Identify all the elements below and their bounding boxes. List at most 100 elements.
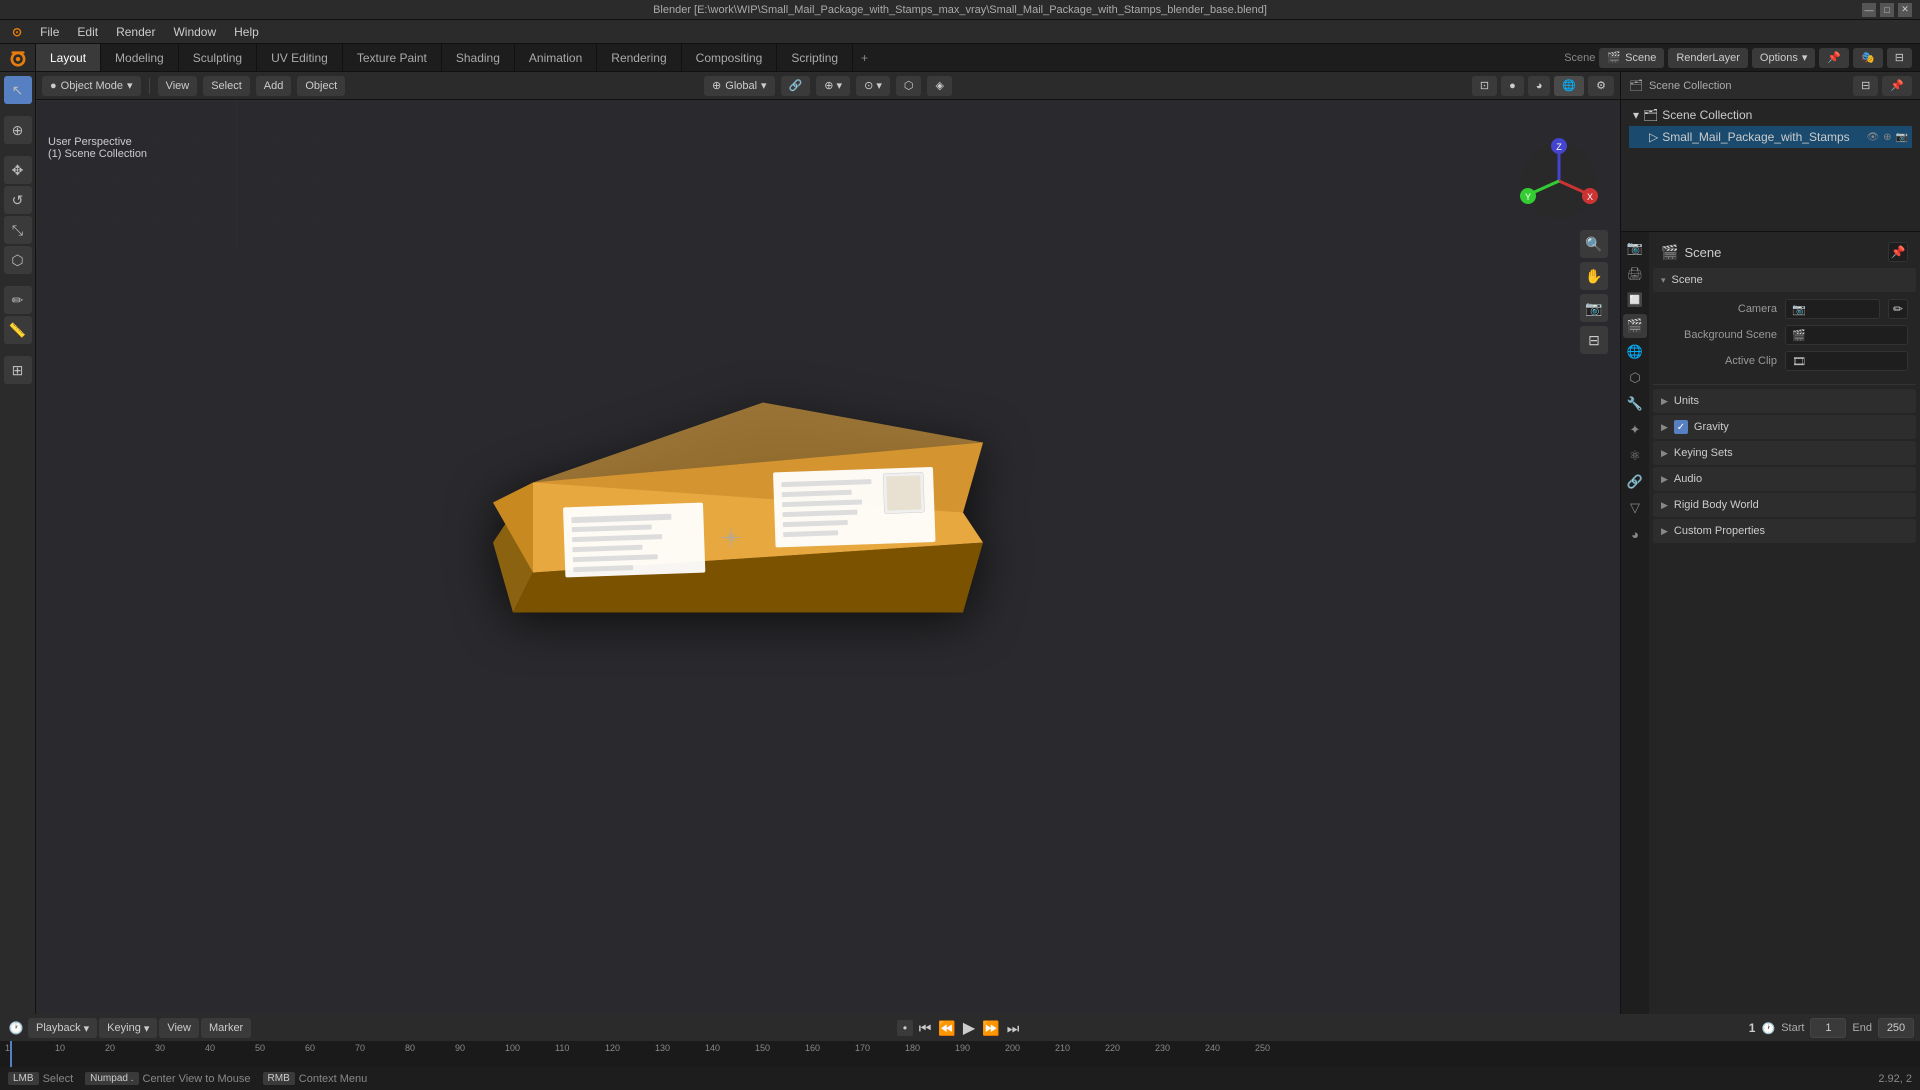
tab-compositing[interactable]: Compositing [682,44,778,71]
close-button[interactable]: ✕ [1898,3,1912,17]
camera-value[interactable]: 📷 [1785,299,1880,319]
render-layer-selector[interactable]: RenderLayer [1668,48,1748,68]
jump-to-end-button[interactable]: ⏭ [1003,1018,1023,1038]
snap-button[interactable]: 🔗 [781,76,811,96]
output-props-icon[interactable]: 🖨 [1623,262,1647,286]
jump-forward-button[interactable]: ⏩ [981,1018,1001,1038]
object-props-icon[interactable]: ⬡ [1623,366,1647,390]
jump-to-start-button[interactable]: ⏮ [915,1018,935,1038]
outliner-pin[interactable]: 📌 [1882,76,1912,96]
menu-blender[interactable]: ⊙ [4,23,30,41]
viewport-shading-global[interactable]: ⊕ Global ▾ [704,76,775,96]
tab-texture-paint[interactable]: Texture Paint [343,44,442,71]
annotate-tool-button[interactable]: ✏ [4,286,32,314]
menu-window[interactable]: Window [165,23,224,41]
menu-render[interactable]: Render [108,23,163,41]
modifier-props-icon[interactable]: 🔧 [1623,392,1647,416]
view-btn[interactable]: View [159,1018,199,1038]
menu-help[interactable]: Help [226,23,267,41]
camera-edit-icon[interactable]: ✏ [1888,299,1908,319]
marker-btn[interactable]: Marker [201,1018,251,1038]
add-tool-button[interactable]: ⊞ [4,356,32,384]
shading-solid[interactable]: ● [1501,76,1524,96]
move-tool-button[interactable]: ✥ [4,156,32,184]
render-props-icon[interactable]: 📷 [1623,236,1647,260]
rigid-body-section-header[interactable]: ▶ Rigid Body World [1653,493,1916,517]
gravity-checkbox[interactable]: ✓ [1674,420,1688,434]
add-workspace-button[interactable]: + [853,44,876,71]
object-menu-button[interactable]: Object [297,76,345,96]
start-frame-input[interactable] [1810,1018,1846,1038]
tab-sculpting[interactable]: Sculpting [179,44,257,71]
play-button[interactable]: ▶ [959,1018,979,1038]
scale-tool-button[interactable]: ⤡ [4,216,32,244]
shading-rendered[interactable]: 🌐 [1554,76,1584,96]
tab-uv-editing[interactable]: UV Editing [257,44,343,71]
tab-layout[interactable]: Layout [36,44,101,71]
custom-props-section-header[interactable]: ▶ Custom Properties [1653,519,1916,543]
particles-props-icon[interactable]: ✦ [1623,418,1647,442]
view-menu-button[interactable]: View [158,76,198,96]
viewport-gizmo[interactable]: Z X Y [1514,136,1604,226]
scene-selector[interactable]: 🎬 Scene [1599,48,1664,68]
maximize-button[interactable]: □ [1880,3,1894,17]
tab-animation[interactable]: Animation [515,44,597,71]
shading-material[interactable]: ◕ [1528,76,1551,96]
material-props-icon[interactable]: ◕ [1623,522,1647,546]
tab-shading[interactable]: Shading [442,44,515,71]
keying-btn[interactable]: Keying ▾ [99,1018,157,1038]
select-tool-button[interactable]: ↖ [4,76,32,104]
props-pin-button[interactable]: 📌 [1888,242,1908,262]
units-section-header[interactable]: ▶ Units [1653,389,1916,413]
shading-options[interactable]: ⚙ [1588,76,1614,96]
shading-wireframe[interactable]: ⊡ [1472,76,1497,96]
timeline-ruler[interactable]: 1 10 20 30 40 50 60 70 80 90 100 110 120… [0,1041,1920,1067]
tab-modeling[interactable]: Modeling [101,44,179,71]
frame-dot-button[interactable]: • [897,1020,913,1036]
proportional-edit[interactable]: ⊙ ▾ [856,76,890,96]
outliner-object-item[interactable]: ▷ Small_Mail_Package_with_Stamps 👁 ⊕ 📷 [1629,126,1912,148]
outliner-filter[interactable]: ⊟ [1853,76,1878,96]
transform-tool-button[interactable]: ⬡ [4,246,32,274]
constraints-props-icon[interactable]: 🔗 [1623,470,1647,494]
viewport-mode-selector[interactable]: ● Object Mode ▾ [42,76,141,96]
filter-btn[interactable]: ⊟ [1887,48,1912,68]
end-frame-input[interactable] [1878,1018,1914,1038]
snap-options[interactable]: ⊕ ▾ [816,76,850,96]
viewport[interactable]: ● Object Mode ▾ View Select Add Object ⊕… [36,72,1620,1014]
scene-section-header[interactable]: ▾ Scene [1653,268,1916,292]
camera-view-button[interactable]: 📷 [1580,294,1608,322]
rotate-tool-button[interactable]: ↺ [4,186,32,214]
world-props-icon[interactable]: 🌐 [1623,340,1647,364]
overlay-toggle[interactable]: ⬡ [896,76,922,96]
zoom-in-button[interactable]: 🔍 [1580,230,1608,258]
orthographic-view-button[interactable]: ⊟ [1580,326,1608,354]
grab-tool-right[interactable]: ✋ [1580,262,1608,290]
keying-sets-section-header[interactable]: ▶ Keying Sets [1653,441,1916,465]
playback-btn[interactable]: Playback ▾ [28,1018,97,1038]
tab-scripting[interactable]: Scripting [777,44,853,71]
minimize-button[interactable]: — [1862,3,1876,17]
active-clip-value[interactable]: 🎞 [1785,351,1908,371]
scene-props-icon[interactable]: 🎬 [1623,314,1647,338]
data-props-icon[interactable]: ▽ [1623,496,1647,520]
outliner-scene-collection[interactable]: ▾ 🗂 Scene Collection [1629,104,1912,126]
options-button[interactable]: Options ▾ [1752,48,1815,68]
gravity-section-header[interactable]: ▶ ✓ Gravity [1653,415,1916,439]
pin-button[interactable]: 📌 [1819,48,1849,68]
measure-tool-button[interactable]: 📏 [4,316,32,344]
menu-file[interactable]: File [32,23,67,41]
render-icon-btn[interactable]: 🎭 [1853,48,1883,68]
audio-section-header[interactable]: ▶ Audio [1653,467,1916,491]
timeline-panel-icon[interactable]: 🕐 [6,1018,26,1038]
view-layer-props-icon[interactable]: 🔲 [1623,288,1647,312]
tab-rendering[interactable]: Rendering [597,44,681,71]
add-menu-button[interactable]: Add [256,76,292,96]
menu-edit[interactable]: Edit [69,23,106,41]
physics-props-icon[interactable]: ⚛ [1623,444,1647,468]
background-scene-value[interactable]: 🎬 [1785,325,1908,345]
xray-toggle[interactable]: ◈ [927,76,951,96]
select-menu-button[interactable]: Select [203,76,250,96]
cursor-tool-button[interactable]: ⊕ [4,116,32,144]
jump-back-button[interactable]: ⏪ [937,1018,957,1038]
